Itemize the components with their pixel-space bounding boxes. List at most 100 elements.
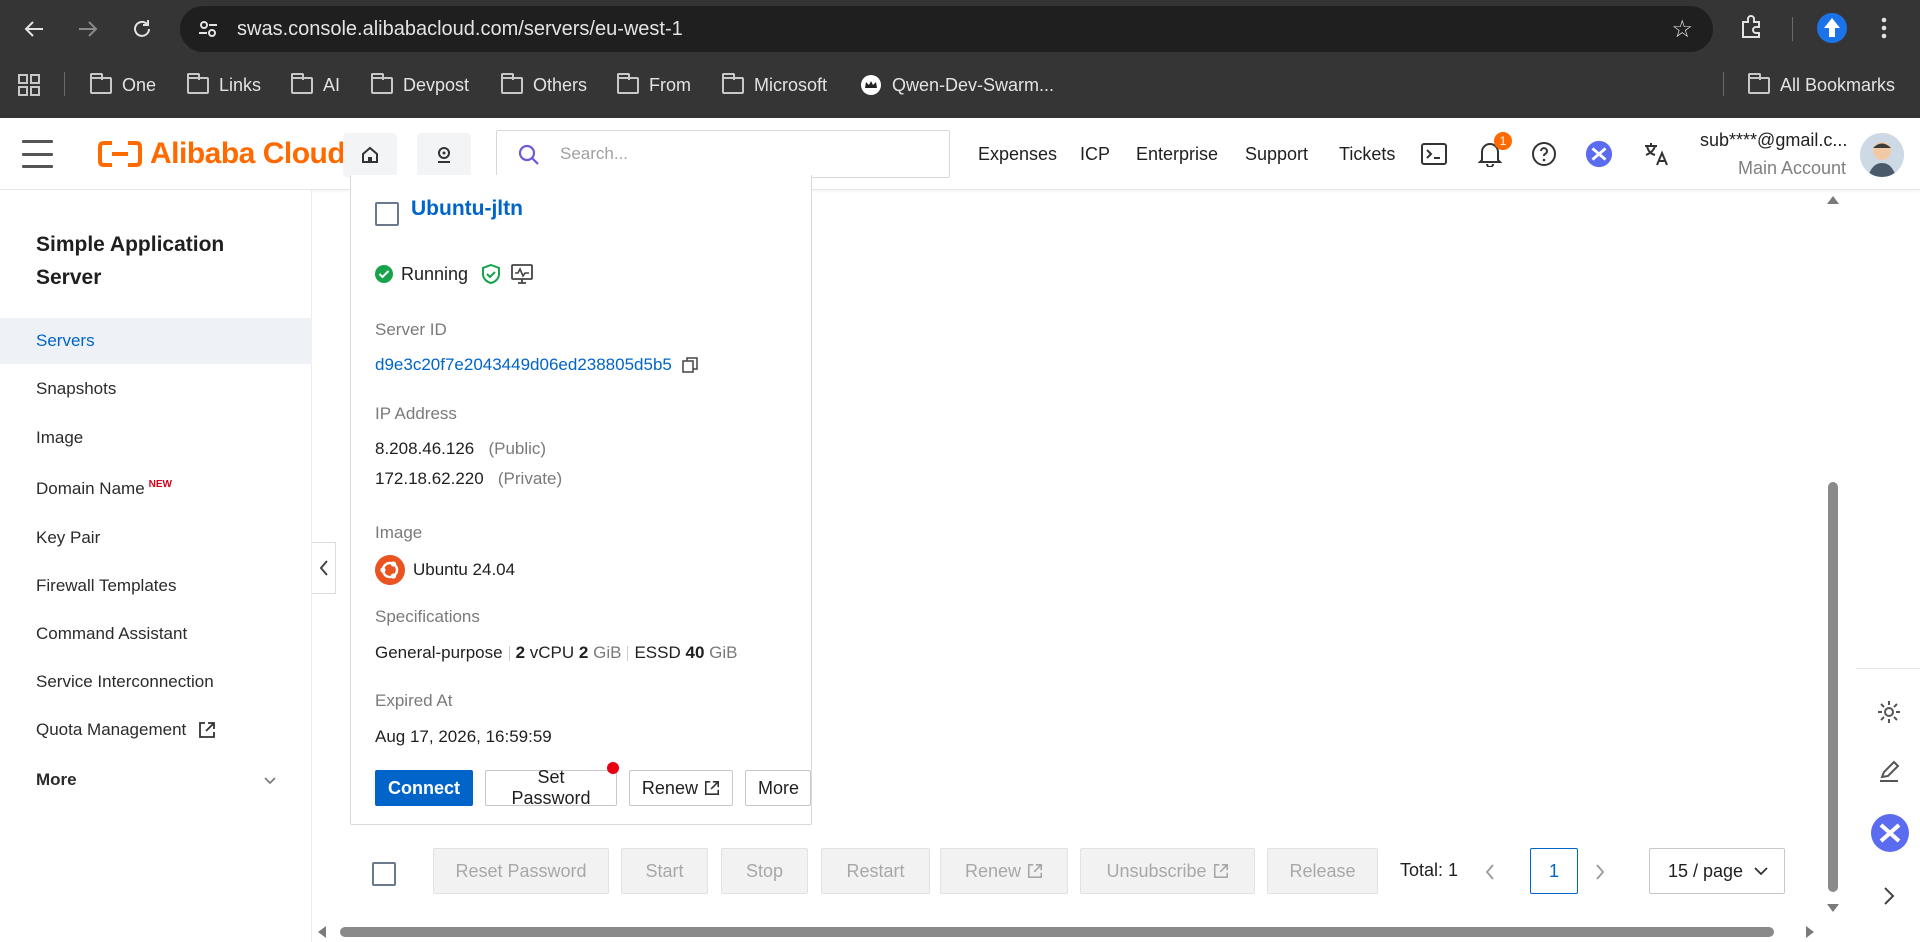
server-checkbox[interactable] xyxy=(375,202,399,226)
sidebar-more[interactable]: More xyxy=(0,757,312,803)
copy-icon[interactable] xyxy=(682,357,698,373)
next-page-icon[interactable] xyxy=(1595,864,1605,880)
bookmark-star-icon[interactable]: ☆ xyxy=(1671,15,1693,44)
vertical-scrollbar[interactable] xyxy=(1823,190,1843,922)
scroll-left-arrow[interactable] xyxy=(318,926,326,938)
monitor-icon[interactable] xyxy=(510,263,534,285)
chevron-down-icon xyxy=(1754,866,1768,875)
region-button[interactable] xyxy=(417,133,471,177)
ai-assistant-float-icon[interactable] xyxy=(1870,813,1910,853)
extensions-icon[interactable] xyxy=(1738,14,1764,45)
avatar[interactable] xyxy=(1860,133,1904,177)
ai-assistant-icon[interactable] xyxy=(1585,140,1613,168)
unsubscribe-label: Unsubscribe xyxy=(1106,860,1207,881)
bookmark-one[interactable]: One xyxy=(90,72,156,98)
collapse-sidebar-button[interactable] xyxy=(312,542,336,594)
profile-icon[interactable] xyxy=(1816,12,1848,49)
settings-gear-icon[interactable] xyxy=(1874,697,1904,727)
sidebar-item-label: Firewall Templates xyxy=(36,576,177,595)
bookmark-from[interactable]: From xyxy=(617,72,691,98)
folder-icon xyxy=(501,72,523,94)
expenses-link[interactable]: Expenses xyxy=(978,144,1057,165)
address-bar[interactable]: swas.console.alibabacloud.com/servers/eu… xyxy=(180,6,1713,52)
bulk-renew-button[interactable]: Renew xyxy=(940,848,1068,894)
release-button[interactable]: Release xyxy=(1267,848,1378,894)
prev-page-icon[interactable] xyxy=(1485,864,1495,880)
shield-check-icon[interactable] xyxy=(480,263,502,285)
select-all-checkbox[interactable] xyxy=(372,862,396,886)
scroll-right-arrow[interactable] xyxy=(1806,926,1814,938)
server-name-link[interactable]: Ubuntu-jltn xyxy=(411,197,523,221)
unsubscribe-button[interactable]: Unsubscribe xyxy=(1080,848,1255,894)
public-ip-tag: (Public) xyxy=(488,439,547,458)
sidebar-item-firewall-templates[interactable]: Firewall Templates xyxy=(0,563,312,609)
bookmark-devpost[interactable]: Devpost xyxy=(371,72,469,98)
more-actions-button[interactable]: More xyxy=(744,770,811,806)
scroll-down-arrow[interactable] xyxy=(1827,904,1839,912)
server-id-label: Server ID xyxy=(375,320,447,339)
bookmark-links[interactable]: Links xyxy=(187,72,261,98)
forward-icon[interactable] xyxy=(72,13,104,45)
scroll-up-arrow[interactable] xyxy=(1827,196,1839,204)
folder-icon xyxy=(722,72,744,94)
connect-button[interactable]: Connect xyxy=(375,770,473,806)
terminal-icon[interactable] xyxy=(1420,140,1448,168)
icp-link[interactable]: ICP xyxy=(1080,144,1110,165)
console-header: Alibaba Cloud Expenses ICP Enterprise Su… xyxy=(0,118,1920,190)
sidebar-item-quota-management[interactable]: Quota Management xyxy=(0,707,312,753)
bookmark-others[interactable]: Others xyxy=(501,72,587,98)
site-info-icon[interactable] xyxy=(198,19,218,39)
expired-at-label: Expired At xyxy=(375,691,453,710)
sidebar-item-label: Snapshots xyxy=(36,379,117,398)
renew-button[interactable]: Renew xyxy=(628,770,733,806)
external-link-icon xyxy=(704,780,719,796)
browser-toolbar: swas.console.alibabacloud.com/servers/eu… xyxy=(0,0,1920,58)
bookmark-qwen[interactable]: Qwen-Dev-Swarm... xyxy=(860,72,1054,98)
bookmark-label: Others xyxy=(533,74,588,95)
apps-grid-icon[interactable] xyxy=(18,72,40,98)
tickets-link[interactable]: Tickets xyxy=(1339,144,1395,165)
horizontal-scrollbar[interactable] xyxy=(316,922,1816,942)
edit-pencil-icon[interactable] xyxy=(1874,757,1904,787)
enterprise-link[interactable]: Enterprise xyxy=(1136,144,1218,165)
expired-at-value: Aug 17, 2026, 16:59:59 xyxy=(375,727,552,746)
page-size-select[interactable]: 15 / page xyxy=(1649,848,1785,894)
browser-menu-icon[interactable] xyxy=(1880,16,1888,45)
folder-icon xyxy=(1748,72,1770,94)
sidebar-more-label: More xyxy=(36,770,77,789)
menu-icon[interactable] xyxy=(22,140,53,168)
bookmark-ai[interactable]: AI xyxy=(291,72,340,98)
all-bookmarks[interactable]: All Bookmarks xyxy=(1748,72,1895,98)
sidebar-item-domain-name[interactable]: Domain Name NEW xyxy=(0,466,312,512)
notification-badge: 1 xyxy=(1494,132,1512,150)
sidebar-item-command-assistant[interactable]: Command Assistant xyxy=(0,611,312,657)
bookmark-microsoft[interactable]: Microsoft xyxy=(722,72,827,98)
help-icon[interactable] xyxy=(1530,140,1558,168)
floating-toolbar xyxy=(1856,668,1920,918)
sidebar-item-snapshots[interactable]: Snapshots xyxy=(0,366,312,412)
search-field[interactable] xyxy=(496,130,950,178)
restart-button[interactable]: Restart xyxy=(821,848,930,894)
server-id-value[interactable]: d9e3c20f7e2043449d06ed238805d5b5 xyxy=(375,355,672,375)
set-password-button[interactable]: Set Password xyxy=(485,767,617,808)
sidebar-item-service-interconnection[interactable]: Service Interconnection xyxy=(0,659,312,705)
url-text[interactable]: swas.console.alibabacloud.com/servers/eu… xyxy=(237,18,683,41)
stop-button[interactable]: Stop xyxy=(721,848,808,894)
reload-icon[interactable] xyxy=(126,13,158,45)
search-input[interactable] xyxy=(560,141,930,167)
horizontal-scroll-thumb[interactable] xyxy=(340,927,1774,937)
expand-chevron-right-icon[interactable] xyxy=(1874,881,1904,911)
reset-password-button[interactable]: Reset Password xyxy=(433,848,609,894)
sidebar-item-servers[interactable]: Servers xyxy=(0,318,312,364)
vertical-scroll-thumb[interactable] xyxy=(1828,482,1838,892)
sidebar-item-image[interactable]: Image xyxy=(0,415,312,461)
account-name[interactable]: sub****@gmail.c... xyxy=(1700,130,1847,151)
sidebar-item-key-pair[interactable]: Key Pair xyxy=(0,515,312,561)
language-icon[interactable] xyxy=(1642,140,1670,168)
start-button[interactable]: Start xyxy=(621,848,708,894)
support-link[interactable]: Support xyxy=(1245,144,1308,165)
home-button[interactable] xyxy=(343,133,397,177)
alibaba-cloud-logo[interactable]: Alibaba Cloud xyxy=(98,136,346,172)
back-icon[interactable] xyxy=(18,13,50,45)
page-1-button[interactable]: 1 xyxy=(1530,848,1578,894)
